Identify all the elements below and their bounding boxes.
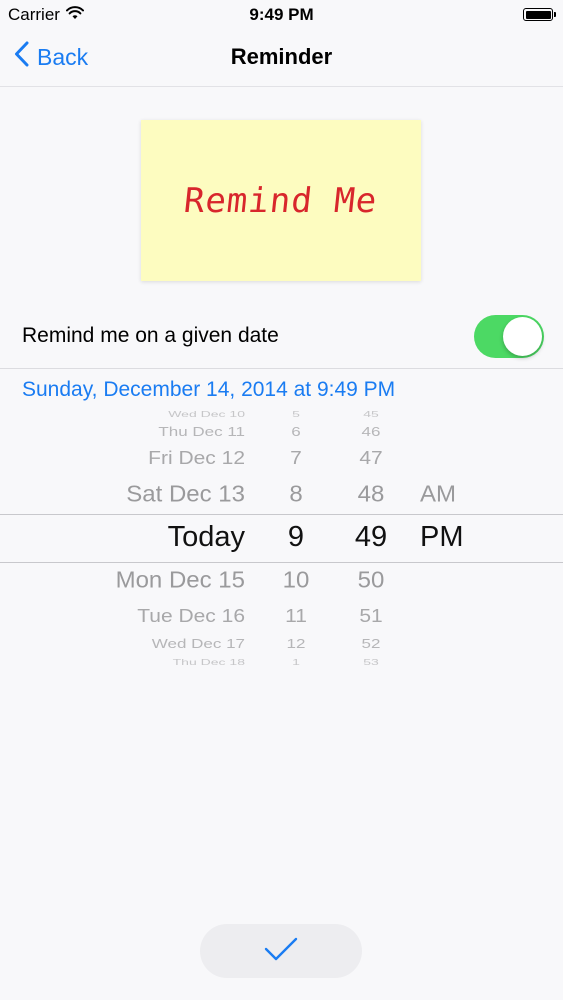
picker-hour-cell: 8 [289, 481, 303, 508]
picker-hour-cell: 10 [282, 567, 310, 594]
date-time-picker[interactable]: Wed Dec 10 5 45 Thu Dec 11 6 46 Fri Dec 12 7 47 S… [0, 405, 563, 665]
status-time: 9:49 PM [249, 5, 314, 24]
picker-row[interactable]: Wed Dec 10 5 45 [0, 409, 563, 419]
picker-hour-cell: 6 [291, 424, 301, 439]
picker-row[interactable]: Wed Dec 17 12 52 [0, 636, 563, 651]
picker-hour-cell: 12 [286, 636, 306, 651]
picker-row[interactable]: Thu Dec 11 6 46 [0, 424, 563, 439]
picker-row[interactable]: Tue Dec 16 11 51 [0, 606, 563, 628]
picker-ampm-cell: PM [420, 521, 464, 554]
sticky-note[interactable]: Remind Me [141, 120, 421, 281]
picker-hour-cell: 11 [285, 606, 307, 627]
picker-row[interactable]: Sat Dec 13 8 48 AM [0, 481, 563, 509]
picker-date-cell: Today [167, 521, 245, 554]
picker-hour-cell: 1 [292, 657, 300, 665]
page-title: Reminder [230, 44, 333, 69]
picker-date-cell: Tue Dec 16 [137, 606, 245, 627]
picker-minute-cell: 52 [361, 636, 381, 651]
picker-minute-cell: 47 [359, 448, 383, 469]
picker-date-cell: Wed Dec 10 [168, 409, 245, 419]
picker-hour-cell: 9 [287, 521, 305, 554]
picker-minute-cell: 48 [357, 481, 385, 508]
picker-hour-cell: 7 [290, 448, 302, 469]
reminder-screen: Carrier 9:49 PM Back Reminder Remind Me … [0, 0, 563, 1000]
selected-date-text[interactable]: Sunday, December 14, 2014 at 9:49 PM [22, 378, 395, 402]
picker-minute-cell: 46 [361, 424, 381, 439]
status-bar: Carrier 9:49 PM [0, 0, 563, 30]
remind-toggle-row: Remind me on a given date [0, 306, 563, 369]
picker-date-cell: Sat Dec 13 [126, 481, 245, 508]
navigation-bar: Back Reminder [0, 30, 563, 87]
remind-toggle-label: Remind me on a given date [22, 324, 279, 347]
picker-minute-cell: 53 [363, 657, 379, 665]
checkmark-icon [263, 936, 299, 967]
remind-toggle-switch[interactable] [474, 315, 544, 358]
picker-row[interactable]: Thu Dec 18 1 53 [0, 657, 563, 665]
picker-minute-cell: 50 [357, 567, 385, 594]
picker-minute-cell: 45 [363, 409, 379, 419]
picker-date-cell: Thu Dec 11 [158, 424, 245, 439]
picker-hour-cell: 5 [292, 409, 300, 419]
picker-date-cell: Fri Dec 12 [148, 448, 245, 469]
picker-row-selected[interactable]: Today 9 49 PM [0, 521, 563, 556]
toggle-knob [503, 317, 542, 356]
confirm-button[interactable] [200, 924, 362, 978]
picker-date-cell: Mon Dec 15 [115, 567, 245, 594]
picker-row[interactable]: Fri Dec 12 7 47 [0, 448, 563, 470]
picker-date-cell: Wed Dec 17 [151, 636, 245, 651]
battery-icon [523, 8, 556, 21]
picker-date-cell: Thu Dec 18 [172, 657, 245, 665]
picker-ampm-cell: AM [420, 481, 456, 508]
note-text: Remind Me [182, 180, 380, 221]
picker-minute-cell: 51 [359, 606, 383, 627]
battery-cap [554, 12, 556, 17]
picker-row[interactable]: Mon Dec 15 10 50 [0, 567, 563, 595]
battery-fill [525, 10, 551, 19]
picker-minute-cell: 49 [354, 521, 388, 554]
